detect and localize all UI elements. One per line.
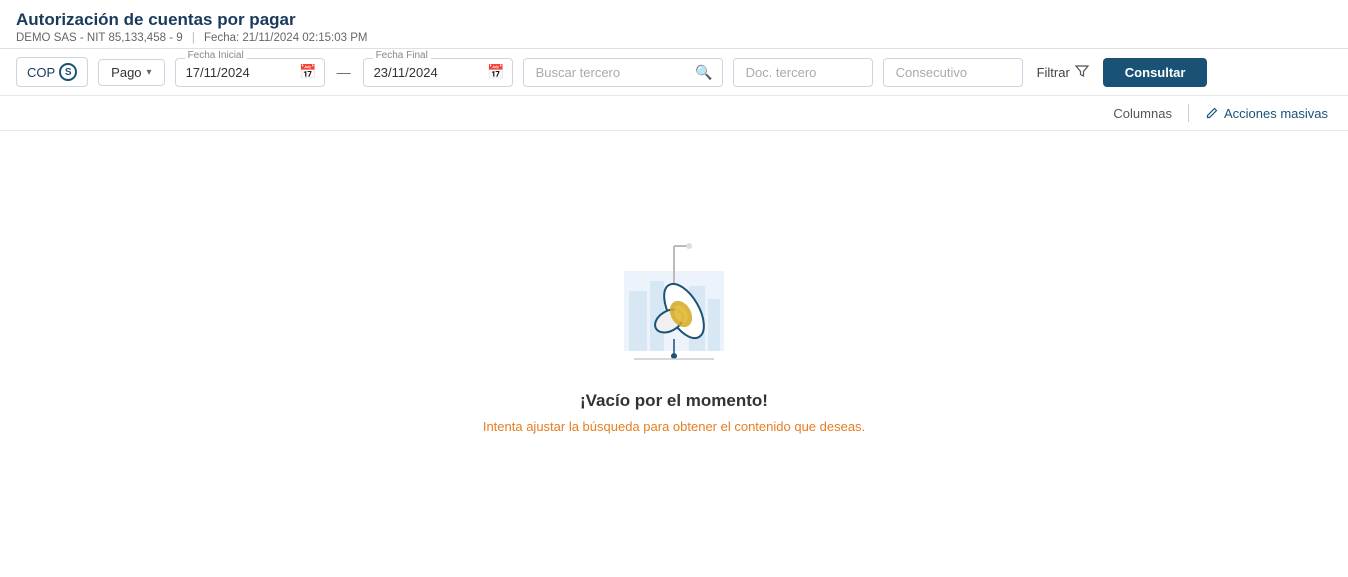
actions-divider (1188, 104, 1189, 122)
empty-illustration (574, 191, 774, 371)
doc-tercero-input[interactable] (733, 58, 873, 87)
date-range-separator: — (337, 64, 351, 80)
chevron-down-icon: ▾ (147, 67, 152, 78)
acciones-masivas-button[interactable]: Acciones masivas (1205, 106, 1328, 121)
currency-button[interactable]: COP S (16, 57, 88, 87)
header-subtitle: DEMO SAS - NIT 85,133,458 - 9 | Fecha: 2… (16, 32, 1332, 44)
search-icon: 🔍 (695, 64, 712, 81)
fecha-inicial-input[interactable] (175, 58, 325, 87)
fecha-inicial-label: Fecha Inicial (185, 50, 247, 61)
filtrar-button[interactable]: Filtrar (1033, 59, 1093, 86)
consecutivo-input[interactable] (883, 58, 1023, 87)
company-name: DEMO SAS - NIT 85,133,458 - 9 (16, 32, 183, 44)
actions-bar: Columnas Acciones masivas (0, 96, 1348, 131)
filtrar-label: Filtrar (1037, 65, 1070, 80)
fecha-inicial-field: Fecha Inicial 📅 (175, 58, 325, 87)
empty-state: ¡Vacío por el momento! Intenta ajustar l… (0, 131, 1348, 474)
currency-label: COP (27, 65, 55, 80)
filter-icon (1075, 64, 1089, 81)
toolbar: COP S Pago ▾ Fecha Inicial 📅 — Fecha Fin… (0, 49, 1348, 96)
empty-title: ¡Vacío por el momento! (580, 391, 768, 411)
buscar-tercero-field: 🔍 (523, 58, 723, 87)
columns-label: Columnas (1113, 106, 1172, 121)
currency-icon: S (59, 63, 77, 81)
divider: | (192, 32, 195, 44)
type-dropdown[interactable]: Pago ▾ (98, 59, 164, 86)
fecha-final-label: Fecha Final (373, 50, 431, 61)
page-title: Autorización de cuentas por pagar (16, 10, 1332, 30)
page-header: Autorización de cuentas por pagar DEMO S… (0, 0, 1348, 49)
empty-subtitle: Intenta ajustar la búsqueda para obtener… (483, 419, 865, 434)
fecha-final-field: Fecha Final 📅 (363, 58, 513, 87)
consultar-button[interactable]: Consultar (1103, 58, 1208, 87)
acciones-masivas-label: Acciones masivas (1224, 106, 1328, 121)
fecha-final-input[interactable] (363, 58, 513, 87)
type-label: Pago (111, 65, 141, 80)
columns-button[interactable]: Columnas (1113, 106, 1172, 121)
header-date: Fecha: 21/11/2024 02:15:03 PM (204, 32, 367, 44)
edit-icon (1205, 106, 1219, 120)
buscar-tercero-input[interactable] (523, 58, 723, 87)
